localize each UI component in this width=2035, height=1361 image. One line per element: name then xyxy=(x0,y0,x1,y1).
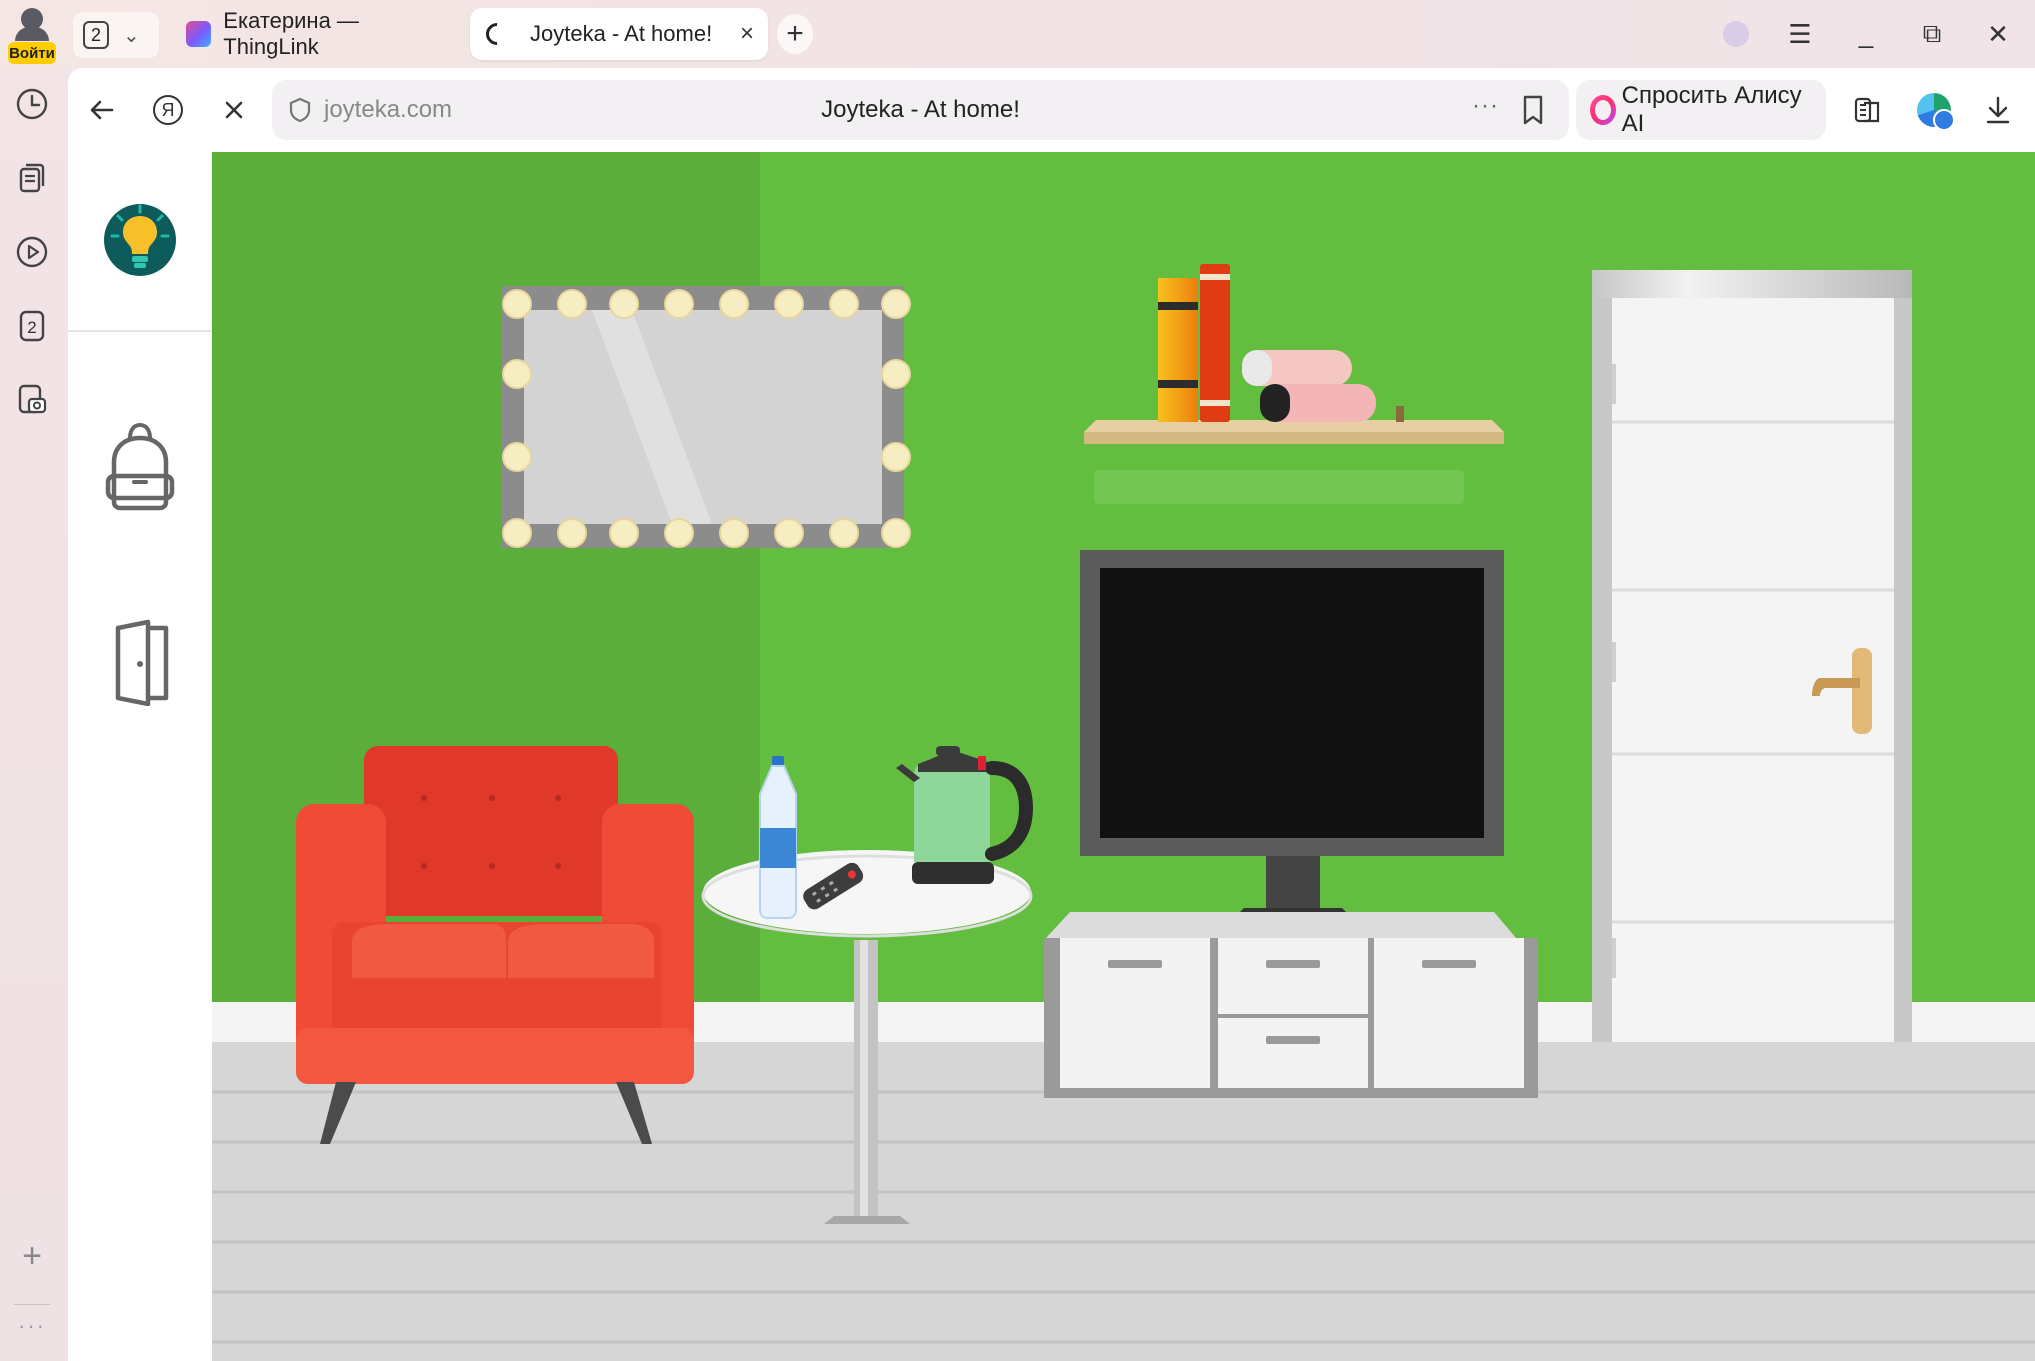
login-badge: Войти xyxy=(8,42,56,64)
loading-spinner-icon xyxy=(481,18,513,50)
browser-menu-button[interactable]: ☰ xyxy=(1780,14,1820,54)
tab-joyteka-active[interactable]: Joyteka - At home! × xyxy=(470,8,768,60)
download-icon[interactable] xyxy=(1978,90,2018,130)
new-tab-button[interactable]: + xyxy=(777,14,813,54)
tab-thinglink[interactable]: Екатерина — ThingLink xyxy=(176,8,454,60)
extension-icon[interactable] xyxy=(1914,90,1955,131)
tab-count-badge: 2 xyxy=(83,21,109,49)
stop-loading-icon[interactable] xyxy=(214,90,254,130)
tab-title: Joyteka - At home! xyxy=(530,21,713,46)
user-icon-body xyxy=(15,27,49,41)
tv-stand[interactable] xyxy=(1044,912,1538,1098)
tabs-counter-icon[interactable]: 2 xyxy=(14,308,50,344)
tab-close-icon[interactable]: × xyxy=(740,20,754,48)
profile-button[interactable]: Войти xyxy=(4,4,60,64)
minimize-button[interactable]: _ xyxy=(1846,14,1886,54)
game-scene[interactable] xyxy=(212,152,2035,1361)
account-icon[interactable] xyxy=(1716,14,1756,54)
door[interactable] xyxy=(1592,270,1912,1042)
reader-mode-icon[interactable] xyxy=(1848,90,1888,130)
sidebar-divider xyxy=(68,330,212,332)
restore-button[interactable]: ⧉ xyxy=(1912,14,1952,54)
page-title: Joyteka - At home! xyxy=(821,96,1020,123)
page-content xyxy=(68,152,2035,1361)
backpack-icon[interactable] xyxy=(104,420,176,512)
browser-toolbar: Я joyteka.com Joyteka - At home! ··· Спр… xyxy=(68,68,2035,152)
ask-alisa-button[interactable]: Спросить Алису AI xyxy=(1576,80,1826,140)
add-panel-button[interactable]: + xyxy=(14,1237,50,1275)
tab-title: Екатерина — ThingLink xyxy=(223,8,359,59)
more-icon[interactable]: ··· xyxy=(1472,92,1499,120)
sidebar-badge-text: 2 xyxy=(27,318,36,337)
history-clock-icon[interactable] xyxy=(14,86,50,122)
shield-icon[interactable] xyxy=(286,96,314,124)
yandex-home-icon[interactable]: Я xyxy=(148,90,188,130)
url-text[interactable]: joyteka.com xyxy=(324,96,452,124)
screenshot-icon[interactable] xyxy=(14,382,50,418)
game-sidebar xyxy=(68,152,212,1361)
water-bottle[interactable] xyxy=(759,756,797,919)
more-icon[interactable]: ··· xyxy=(14,1308,50,1344)
address-bar[interactable]: joyteka.com Joyteka - At home! ··· xyxy=(272,80,1569,140)
play-video-icon[interactable] xyxy=(14,234,50,270)
back-arrow-icon[interactable] xyxy=(82,90,122,130)
bookmark-icon[interactable] xyxy=(1519,94,1547,126)
lightbulb-icon[interactable] xyxy=(104,196,176,284)
collections-icon[interactable] xyxy=(14,160,50,196)
door-exit-icon[interactable] xyxy=(112,618,172,706)
sidebar-divider xyxy=(14,1304,50,1305)
thinglink-favicon-icon xyxy=(186,21,212,47)
hollywood-mirror[interactable] xyxy=(502,286,911,548)
alisa-icon xyxy=(1590,95,1616,125)
chevron-down-icon: ⌄ xyxy=(123,24,140,47)
tab-strip: Войти 2 ⌄ Екатерина — ThingLink Joyteka … xyxy=(0,0,2035,68)
ask-alisa-label: Спросить Алису AI xyxy=(1621,82,1802,137)
browser-sidebar: 2 + ··· xyxy=(0,68,68,1361)
close-window-button[interactable]: ✕ xyxy=(1978,14,2018,54)
tab-count-button[interactable]: 2 ⌄ xyxy=(73,12,159,58)
